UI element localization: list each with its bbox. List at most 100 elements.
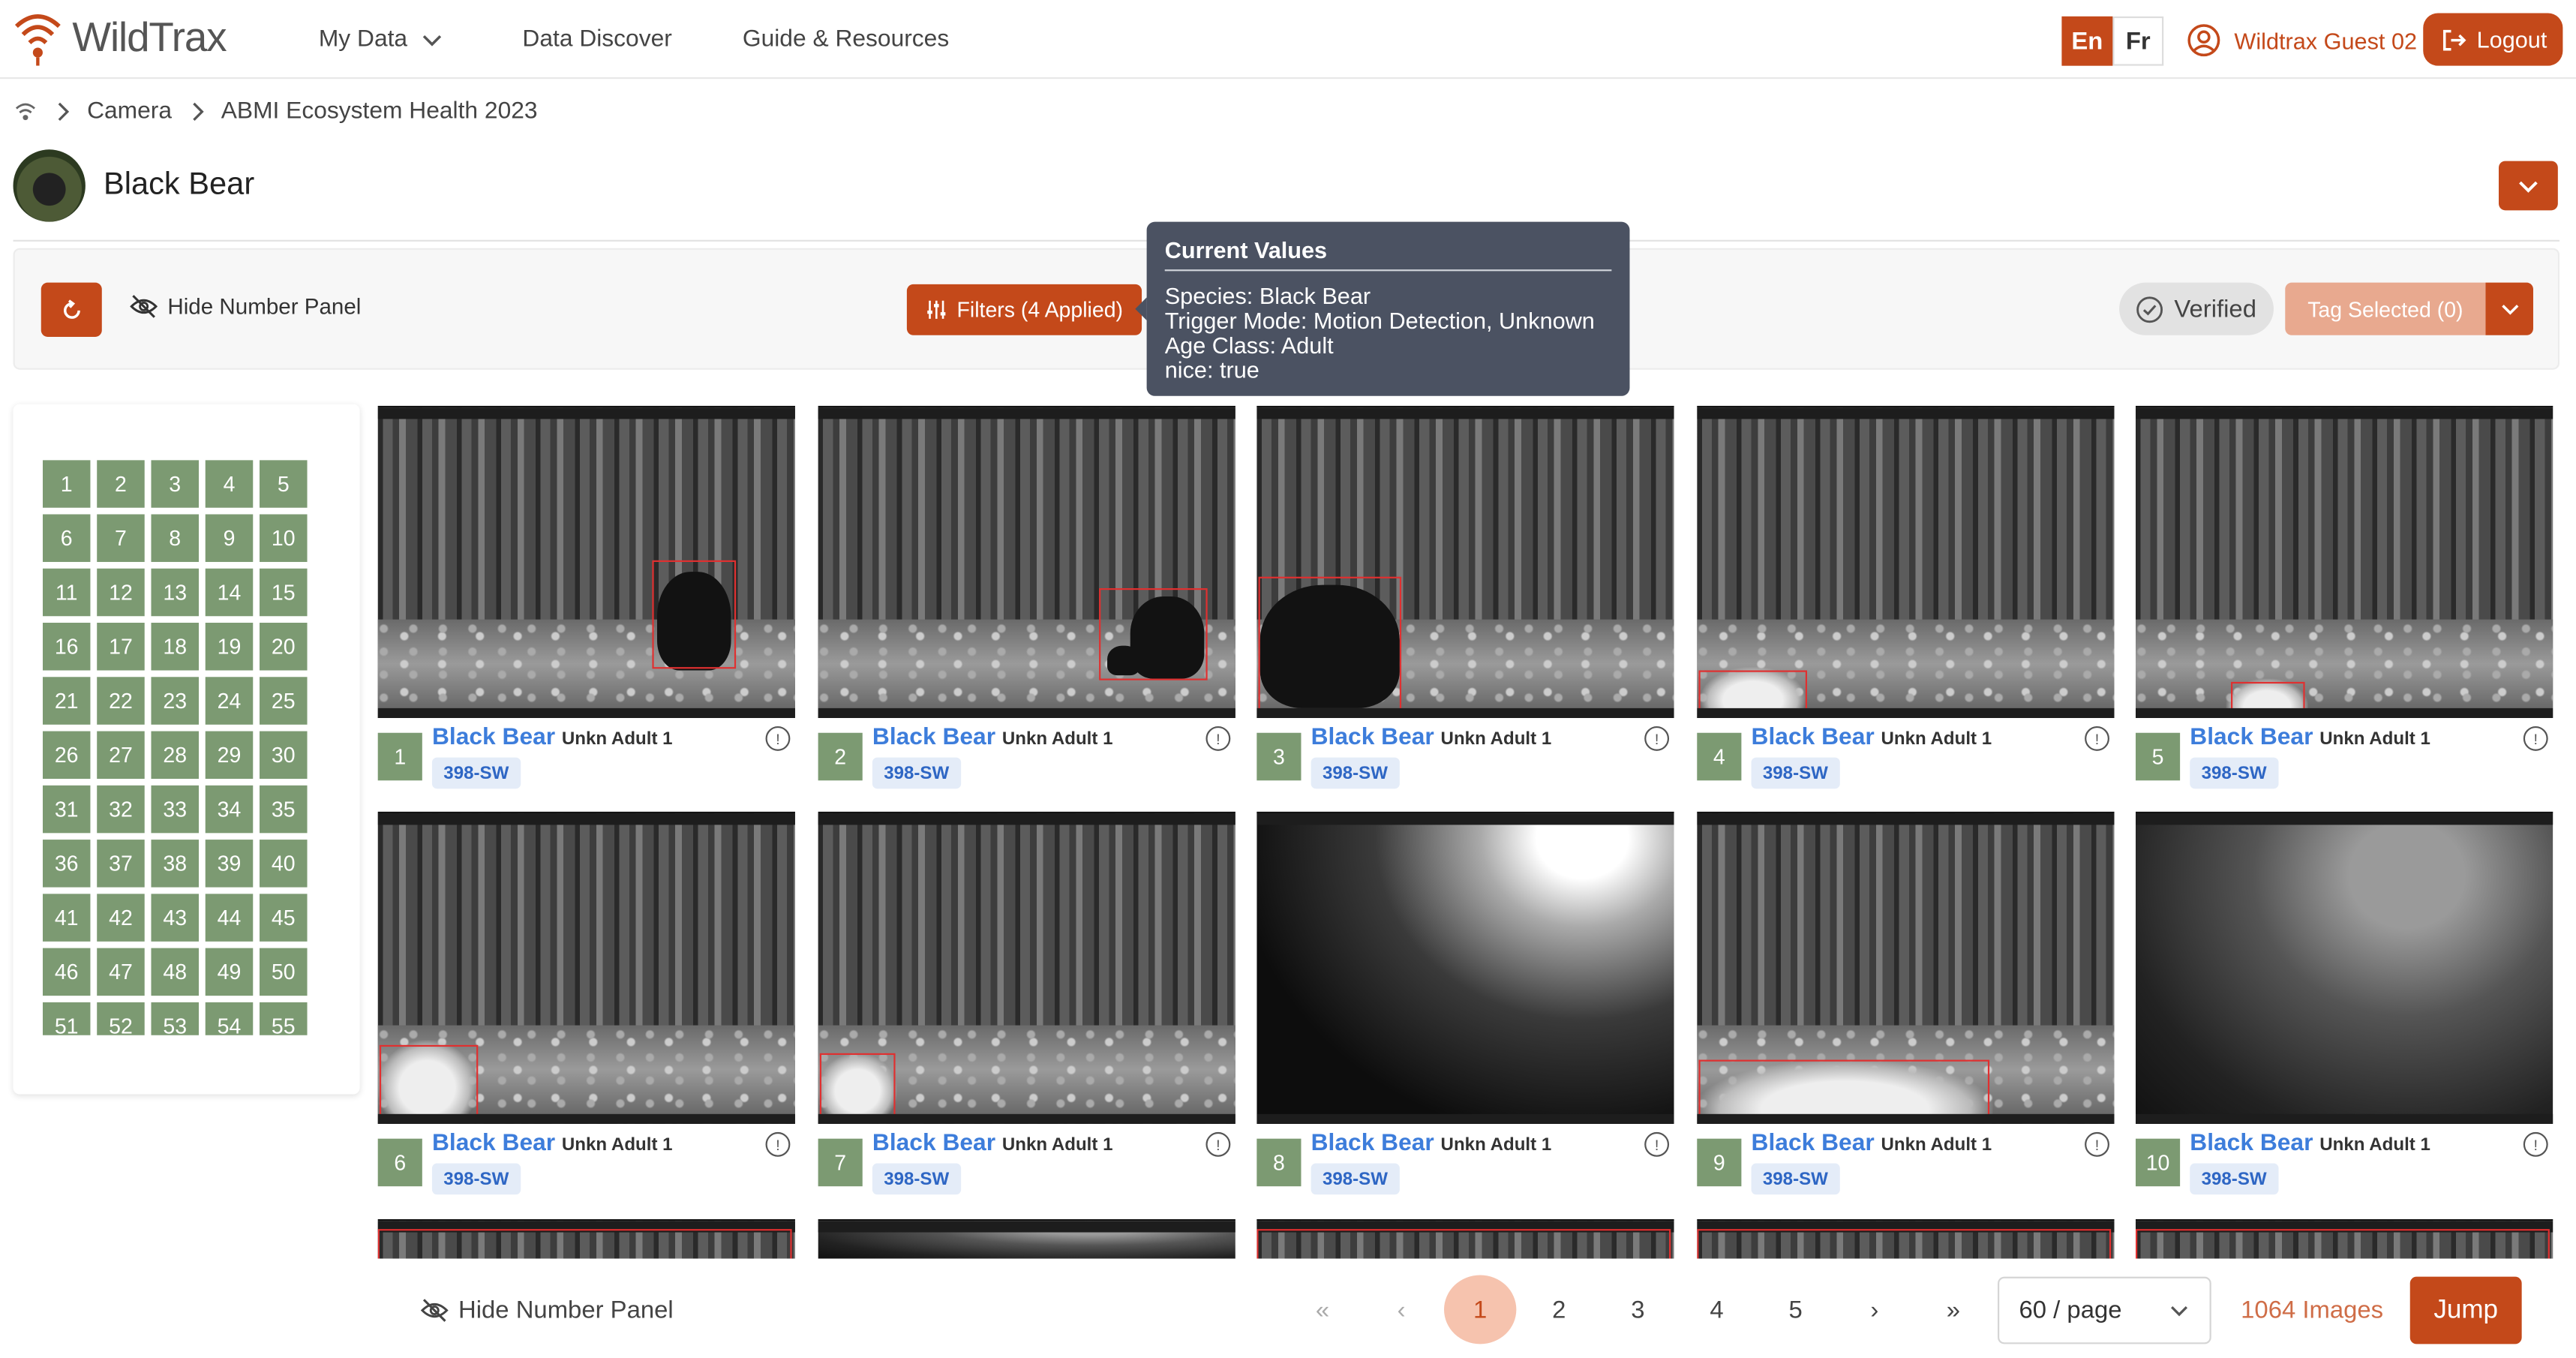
number-panel-item[interactable]: 33 [151, 785, 199, 834]
image-thumb-partial[interactable] [1697, 1218, 2115, 1259]
number-panel-item[interactable]: 9 [205, 514, 254, 562]
species-label[interactable]: Black Bear Unkn Adult 1 [432, 1131, 673, 1157]
number-panel-item[interactable]: 49 [205, 948, 254, 996]
location-tag[interactable]: 398-SW [431, 757, 521, 789]
location-tag[interactable]: 398-SW [2190, 757, 2278, 789]
number-panel-item[interactable]: 23 [151, 677, 199, 725]
number-panel-item[interactable]: 30 [260, 731, 308, 780]
number-panel-item[interactable]: 3 [151, 460, 199, 508]
footer-hide-number-panel[interactable]: Hide Number Panel [420, 1296, 674, 1324]
number-panel-item[interactable]: 42 [97, 894, 145, 942]
number-panel-item[interactable]: 21 [42, 677, 91, 725]
tag-selected-button[interactable]: Tag Selected (0) [2285, 282, 2486, 335]
info-icon[interactable]: ! [1644, 1131, 1670, 1157]
location-tag[interactable]: 398-SW [872, 757, 961, 789]
number-panel-item[interactable]: 26 [42, 731, 91, 780]
species-label[interactable]: Black Bear Unkn Adult 1 [1311, 1131, 1552, 1157]
number-panel-item[interactable]: 36 [42, 840, 91, 888]
number-panel-item[interactable]: 18 [151, 623, 199, 671]
camera-image[interactable] [1697, 405, 2115, 719]
info-icon[interactable]: ! [1644, 726, 1670, 751]
number-panel-item[interactable]: 53 [151, 1002, 199, 1035]
number-panel-item[interactable]: 14 [205, 568, 254, 617]
page-1-button[interactable]: 1 [1444, 1275, 1517, 1344]
page-2-button[interactable]: 2 [1523, 1275, 1595, 1344]
species-label[interactable]: Black Bear Unkn Adult 1 [1752, 725, 1992, 751]
image-number-badge[interactable]: 2 [818, 732, 863, 781]
reset-button[interactable] [41, 282, 102, 337]
species-label[interactable]: Black Bear Unkn Adult 1 [872, 725, 1113, 751]
location-tag[interactable]: 398-SW [2190, 1163, 2278, 1195]
number-panel-item[interactable]: 44 [205, 894, 254, 942]
info-icon[interactable]: ! [2523, 1131, 2548, 1157]
camera-image[interactable] [377, 405, 795, 719]
per-page-select[interactable]: 60 / page [1998, 1276, 2211, 1344]
nav-data-discover[interactable]: Data Discover [522, 26, 671, 53]
location-tag[interactable]: 398-SW [1311, 757, 1400, 789]
number-panel-item[interactable]: 55 [260, 1002, 308, 1035]
species-label[interactable]: Black Bear Unkn Adult 1 [1752, 1131, 1992, 1157]
number-panel-item[interactable]: 5 [260, 460, 308, 508]
number-panel-item[interactable]: 31 [42, 785, 91, 834]
wildtrax-logo[interactable]: WildTrax [10, 10, 227, 66]
image-thumb-partial[interactable] [1256, 1218, 1674, 1259]
image-number-badge[interactable]: 5 [2136, 732, 2181, 781]
number-panel-item[interactable]: 38 [151, 840, 199, 888]
camera-image[interactable] [1697, 811, 2115, 1124]
camera-image[interactable] [2136, 811, 2553, 1124]
number-panel-item[interactable]: 17 [97, 623, 145, 671]
logout-button[interactable]: Logout [2423, 13, 2563, 66]
lang-en-button[interactable]: En [2061, 16, 2113, 66]
number-panel-item[interactable]: 51 [42, 1002, 91, 1035]
info-icon[interactable]: ! [1205, 726, 1231, 751]
number-panel-item[interactable]: 1 [42, 460, 91, 508]
filters-button[interactable]: Filters (4 Applied) [906, 284, 1142, 335]
number-panel-item[interactable]: 46 [42, 948, 91, 996]
camera-image[interactable] [377, 811, 795, 1124]
number-panel-item[interactable]: 19 [205, 623, 254, 671]
number-panel-item[interactable]: 25 [260, 677, 308, 725]
number-panel-item[interactable]: 35 [260, 785, 308, 834]
jump-button[interactable]: Jump [2409, 1276, 2522, 1344]
species-label[interactable]: Black Bear Unkn Adult 1 [1311, 725, 1552, 751]
page-first-button[interactable]: « [1286, 1275, 1359, 1344]
number-panel-item[interactable]: 6 [42, 514, 91, 562]
species-label[interactable]: Black Bear Unkn Adult 1 [872, 1131, 1113, 1157]
species-label[interactable]: Black Bear Unkn Adult 1 [2190, 725, 2430, 751]
page-5-button[interactable]: 5 [1759, 1275, 1831, 1344]
species-label[interactable]: Black Bear Unkn Adult 1 [2190, 1131, 2430, 1157]
info-icon[interactable]: ! [765, 1131, 791, 1157]
number-panel-item[interactable]: 40 [260, 840, 308, 888]
number-panel-item[interactable]: 34 [205, 785, 254, 834]
number-panel-item[interactable]: 47 [97, 948, 145, 996]
page-next-button[interactable]: › [1839, 1275, 1911, 1344]
number-panel-item[interactable]: 28 [151, 731, 199, 780]
number-panel-item[interactable]: 8 [151, 514, 199, 562]
image-number-badge[interactable]: 6 [377, 1138, 422, 1187]
number-panel-item[interactable]: 4 [205, 460, 254, 508]
page-4-button[interactable]: 4 [1680, 1275, 1752, 1344]
image-number-badge[interactable]: 8 [1256, 1138, 1302, 1187]
user-menu[interactable]: Wildtrax Guest 02 [2187, 23, 2417, 58]
info-icon[interactable]: ! [765, 726, 791, 751]
number-panel-item[interactable]: 48 [151, 948, 199, 996]
title-dropdown-button[interactable] [2498, 161, 2558, 211]
tag-selected-dropdown[interactable] [2485, 282, 2533, 335]
location-tag[interactable]: 398-SW [872, 1163, 961, 1195]
location-tag[interactable]: 398-SW [1311, 1163, 1400, 1195]
hide-number-panel-toggle[interactable]: Hide Number Panel [130, 294, 361, 319]
location-tag[interactable]: 398-SW [431, 1163, 521, 1195]
number-panel-item[interactable]: 24 [205, 677, 254, 725]
verified-toggle[interactable]: Verified [2119, 282, 2274, 335]
image-number-badge[interactable]: 1 [377, 732, 422, 781]
wifi-home-icon[interactable] [14, 99, 38, 124]
camera-image[interactable] [1256, 811, 1674, 1124]
number-panel-item[interactable]: 54 [205, 1002, 254, 1035]
image-number-badge[interactable]: 10 [2136, 1138, 2181, 1187]
number-panel-item[interactable]: 32 [97, 785, 145, 834]
number-panel-item[interactable]: 50 [260, 948, 308, 996]
number-panel-item[interactable]: 45 [260, 894, 308, 942]
number-panel-item[interactable]: 43 [151, 894, 199, 942]
number-panel-item[interactable]: 10 [260, 514, 308, 562]
camera-image[interactable] [2136, 405, 2553, 719]
